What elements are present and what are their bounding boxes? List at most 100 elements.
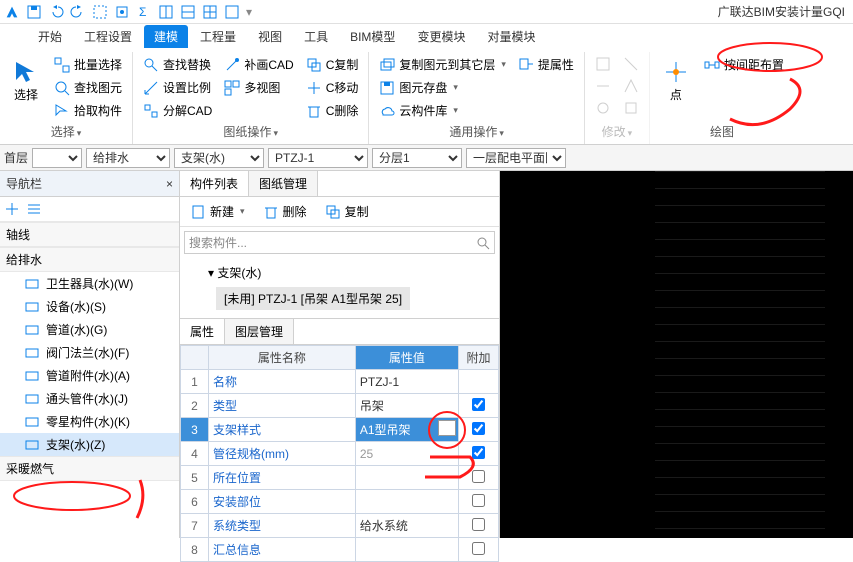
nav-item[interactable]: 通头管件(水)(J)	[0, 387, 179, 410]
tree-leaf[interactable]: [未用] PTZJ-1 [吊架 A1型吊架 25]	[216, 287, 410, 310]
save-view-button[interactable]: 图元存盘	[375, 77, 510, 98]
prop-extra-checkbox[interactable]	[472, 446, 485, 459]
nav-section-heating[interactable]: 采暖燃气	[0, 456, 179, 481]
system-select[interactable]: 给排水	[86, 148, 170, 168]
prop-extra-checkbox[interactable]	[472, 542, 485, 555]
nav-item[interactable]: 零星构件(水)(K)	[0, 410, 179, 433]
redo-icon[interactable]	[70, 4, 86, 20]
floor-select[interactable]	[32, 148, 82, 168]
undo-icon[interactable]	[48, 4, 64, 20]
multi-view-button[interactable]: 多视图	[220, 77, 297, 98]
locate-icon[interactable]	[114, 4, 130, 20]
prop-value[interactable]	[355, 466, 458, 490]
supplement-cad-button[interactable]: 补画CAD	[220, 54, 297, 75]
tab-view[interactable]: 视图	[248, 25, 292, 48]
nav-item[interactable]: 卫生器具(水)(W)	[0, 272, 179, 295]
tab-layer-mgmt[interactable]: 图层管理	[225, 319, 294, 344]
plan-select[interactable]: 一层配电平面图	[466, 148, 566, 168]
tab-model[interactable]: 建模	[144, 25, 188, 48]
delete-component-button[interactable]: 删除	[259, 201, 311, 222]
grid4-icon[interactable]	[224, 4, 240, 20]
tab-start[interactable]: 开始	[28, 25, 72, 48]
nav-list-icon[interactable]	[26, 201, 42, 217]
prop-value[interactable]: 25	[355, 442, 458, 466]
tab-properties[interactable]: 属性	[180, 319, 225, 344]
tab-change[interactable]: 变更模块	[407, 25, 475, 48]
tab-quantity[interactable]: 工程量	[190, 25, 246, 48]
prop-name[interactable]: 管径规格(mm)	[209, 442, 356, 466]
tab-diff[interactable]: 对量模块	[477, 25, 545, 48]
find-replace-button[interactable]: 查找替换	[139, 54, 216, 75]
prop-value-editing[interactable]: A1型吊架⋯	[355, 418, 458, 442]
save-icon[interactable]	[26, 4, 42, 20]
ellipsis-button[interactable]: ⋯	[438, 420, 456, 436]
pick-component-button[interactable]: 拾取构件	[50, 100, 126, 121]
nav-item[interactable]: 管道(水)(G)	[0, 318, 179, 341]
set-scale-button[interactable]: 设置比例	[139, 77, 216, 98]
prop-extra-checkbox[interactable]	[472, 470, 485, 483]
tab-tool[interactable]: 工具	[294, 25, 338, 48]
tab-component-list[interactable]: 构件列表	[180, 171, 249, 196]
search-component-input[interactable]: 搜索构件...	[184, 231, 495, 254]
prop-name[interactable]: 名称	[209, 370, 356, 394]
c-delete-button[interactable]: C删除	[302, 100, 363, 121]
copy-component-button[interactable]: 复制	[321, 201, 373, 222]
by-distance-button[interactable]: 按间距布置	[700, 54, 788, 75]
nav-add-icon[interactable]	[4, 201, 20, 217]
prop-value[interactable]: PTZJ-1	[355, 370, 458, 394]
region-icon[interactable]	[92, 4, 108, 20]
nav-section-plumbing[interactable]: 给排水	[0, 247, 179, 272]
decompose-cad-button[interactable]: 分解CAD	[139, 100, 216, 121]
grid1-icon[interactable]	[158, 4, 174, 20]
prop-name[interactable]: 类型	[209, 394, 356, 418]
prop-name[interactable]: 汇总信息	[209, 538, 356, 562]
layer-select[interactable]: 分层1	[372, 148, 462, 168]
nav-close-icon[interactable]: ×	[166, 177, 173, 191]
new-component-button[interactable]: 新建	[186, 201, 249, 222]
extract-prop-button[interactable]: 提属性	[514, 54, 578, 75]
component-select[interactable]: 支架(水)	[174, 148, 264, 168]
prop-value[interactable]	[355, 490, 458, 514]
tree-root[interactable]: ▾ 支架(水)	[188, 262, 491, 283]
viewport[interactable]	[500, 171, 853, 538]
batch-select-button[interactable]: 批量选择	[50, 54, 126, 75]
tab-bim[interactable]: BIM模型	[340, 25, 405, 48]
ribbon-label-paper[interactable]: 图纸操作	[223, 121, 278, 142]
grid3-icon[interactable]	[202, 4, 218, 20]
tab-project[interactable]: 工程设置	[74, 25, 142, 48]
copy-to-layer-button[interactable]: 复制图元到其它层	[375, 54, 510, 75]
ribbon-label-general[interactable]: 通用操作	[449, 121, 504, 142]
prop-extra-checkbox[interactable]	[472, 398, 485, 411]
find-element-button[interactable]: 查找图元	[50, 77, 126, 98]
cloud-lib-button[interactable]: 云构件库	[375, 100, 510, 121]
prop-value[interactable]: 吊架	[355, 394, 458, 418]
point-button[interactable]: 点	[656, 54, 696, 121]
c-copy-button[interactable]: C复制	[302, 54, 363, 75]
prop-name[interactable]: 所在位置	[209, 466, 356, 490]
nav-title: 导航栏	[6, 175, 42, 192]
prop-name[interactable]: 安装部位	[209, 490, 356, 514]
prop-name[interactable]: 系统类型	[209, 514, 356, 538]
ribbon-group-select: 选择 批量选择 查找图元 拾取构件 选择	[0, 52, 133, 144]
row-index: 7	[181, 514, 209, 538]
nav-item[interactable]: 支架(水)(Z)	[0, 433, 179, 456]
prop-extra-checkbox[interactable]	[472, 518, 485, 531]
prop-name[interactable]: 支架样式	[209, 418, 356, 442]
ribbon: 选择 批量选择 查找图元 拾取构件 选择 查找替换 设置比例 分解CAD 补画C…	[0, 48, 853, 145]
prop-extra-checkbox[interactable]	[472, 494, 485, 507]
nav-item[interactable]: 阀门法兰(水)(F)	[0, 341, 179, 364]
tab-drawing-mgmt[interactable]: 图纸管理	[249, 171, 318, 196]
nav-item[interactable]: 管道附件(水)(A)	[0, 364, 179, 387]
ribbon-label-select[interactable]: 选择	[51, 121, 82, 142]
prop-value[interactable]	[355, 538, 458, 562]
sum-icon[interactable]: Σ	[136, 4, 152, 20]
type-select[interactable]: PTZJ-1	[268, 148, 368, 168]
nav-item[interactable]: 设备(水)(S)	[0, 295, 179, 318]
nav-section-axis[interactable]: 轴线	[0, 222, 179, 247]
c-move-button[interactable]: C移动	[302, 77, 363, 98]
select-button[interactable]: 选择	[6, 54, 46, 121]
prop-value[interactable]: 给水系统	[355, 514, 458, 538]
grid2-icon[interactable]	[180, 4, 196, 20]
component-panel: 构件列表 图纸管理 新建 删除 复制 搜索构件... ▾ 支架(水) [未用] …	[180, 171, 500, 538]
prop-extra-checkbox[interactable]	[472, 422, 485, 435]
